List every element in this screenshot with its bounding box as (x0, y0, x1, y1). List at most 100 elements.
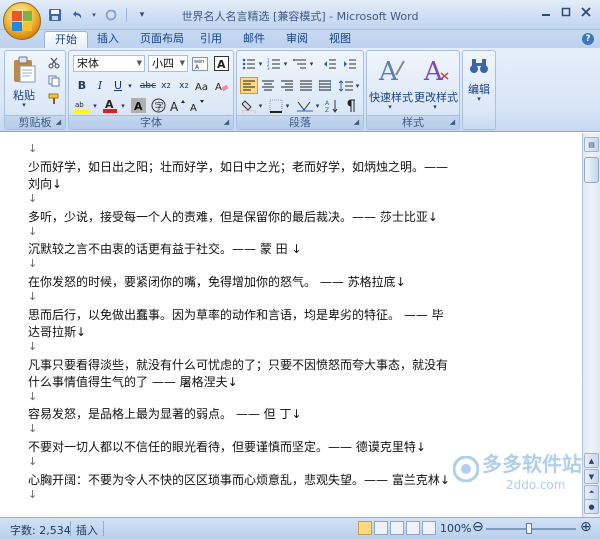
font-name-dropdown-icon[interactable]: ▼ (137, 56, 142, 71)
draft-view-icon[interactable] (422, 521, 436, 535)
font-size-combo[interactable]: 小四 ▼ (148, 55, 188, 72)
document-line[interactable]: 少而好学，如日出之阳；壮而好学，如日中之光；老而好学，如炳烛之明。—— (28, 158, 448, 175)
web-layout-view-icon[interactable] (390, 521, 404, 535)
document-line[interactable]: 沉默较之言不由衷的话更有益于社交。—— 蒙 田 ↓ (28, 240, 302, 257)
outline-view-icon[interactable] (406, 521, 420, 535)
show-marks-icon[interactable] (342, 97, 360, 114)
char-border-icon[interactable]: A (212, 55, 230, 72)
insert-mode[interactable]: 插入 (76, 522, 98, 538)
print-layout-view-icon[interactable] (358, 521, 372, 535)
numbering-dropdown-icon[interactable]: ▾ (282, 55, 289, 72)
grow-font-icon[interactable]: A (169, 97, 187, 114)
document-line[interactable]: 凡事只要看得淡些，就没有什么可忧虑的了；只要不因愤怒而夸大事态，就没有 (28, 356, 448, 373)
format-painter-icon[interactable] (45, 90, 63, 107)
bullets-icon[interactable] (240, 55, 258, 72)
document-line[interactable]: 刘向↓ (28, 175, 62, 192)
zoom-out-icon[interactable]: ⊖ (472, 519, 484, 535)
scrollbar-thumb[interactable] (584, 157, 599, 183)
align-center-icon[interactable] (259, 77, 277, 94)
justify-icon[interactable] (297, 77, 315, 94)
change-styles-dropdown-icon[interactable]: ▾ (430, 103, 440, 111)
shrink-font-icon[interactable]: A (189, 97, 207, 114)
quick-styles-icon[interactable]: A (374, 54, 408, 86)
italic-icon[interactable]: I (91, 77, 109, 94)
scroll-up-icon[interactable]: ▲ (584, 453, 599, 468)
numbering-icon[interactable]: 123 (265, 55, 283, 72)
tab-review[interactable]: 审阅 (276, 31, 318, 48)
vertical-scrollbar[interactable]: ▤ ▲ ▼ ⏶ ● (582, 133, 600, 517)
font-color-icon[interactable]: A (101, 97, 119, 114)
bold-icon[interactable]: B (73, 77, 91, 94)
cut-icon[interactable] (45, 54, 63, 71)
chinese-layout-dropdown-icon[interactable]: ▾ (314, 97, 321, 114)
shading-dropdown-icon[interactable]: ▾ (257, 97, 264, 114)
paste-icon[interactable] (9, 55, 39, 85)
scroll-down-icon[interactable]: ▼ (584, 469, 599, 484)
word-count[interactable]: 字数: 2,534 (10, 522, 71, 538)
tab-page-layout[interactable]: 页面布局 (130, 31, 194, 48)
font-launcher-icon[interactable]: ◢ (222, 118, 231, 127)
paragraph-launcher-icon[interactable]: ◢ (352, 118, 361, 127)
align-left-icon[interactable] (240, 77, 258, 94)
full-screen-reading-icon[interactable] (374, 521, 388, 535)
quick-styles-dropdown-icon[interactable]: ▾ (385, 103, 395, 111)
copy-icon[interactable] (45, 72, 63, 89)
find-binoculars-icon[interactable] (467, 54, 491, 78)
change-styles-icon[interactable]: A (419, 54, 453, 86)
underline-dropdown-icon[interactable]: ▾ (126, 77, 134, 94)
ruler-toggle-icon[interactable]: ▤ (584, 137, 599, 152)
superscript-icon[interactable]: x2 (175, 77, 193, 94)
select-browse-icon[interactable]: ● (584, 499, 599, 514)
highlight-icon[interactable]: ab (73, 97, 91, 114)
tab-references[interactable]: 引用 (190, 31, 232, 48)
office-button[interactable] (3, 2, 41, 40)
change-case-icon[interactable]: Aa (193, 77, 211, 94)
document-line[interactable]: 多听，少说，接受每一个人的责难，但是保留你的最后裁决。—— 莎士比亚↓ (28, 208, 438, 225)
help-icon[interactable]: ? (582, 33, 594, 45)
font-color-dropdown-icon[interactable]: ▾ (119, 97, 127, 114)
tab-home[interactable]: 开始 (44, 31, 88, 48)
sort-icon[interactable]: AZ (323, 97, 341, 114)
zoom-level[interactable]: 100% (440, 522, 471, 535)
borders-icon[interactable] (267, 97, 285, 114)
decrease-indent-icon[interactable] (321, 55, 339, 72)
styles-launcher-icon[interactable]: ◢ (448, 118, 457, 127)
zoom-slider-thumb[interactable] (526, 523, 532, 534)
underline-icon[interactable]: U (109, 77, 127, 94)
subscript-icon[interactable]: x2 (157, 77, 175, 94)
distributed-icon[interactable] (316, 77, 334, 94)
highlight-dropdown-icon[interactable]: ▾ (91, 97, 99, 114)
shading-icon[interactable] (240, 97, 258, 114)
enclose-char-icon[interactable]: 字 (149, 97, 167, 114)
bullets-dropdown-icon[interactable]: ▾ (257, 55, 264, 72)
document-line[interactable]: 不要对一切人都以不信任的眼光看待，但要谨慎而坚定。—— 德谟克里特↓ (28, 438, 426, 455)
phonetic-guide-icon[interactable]: wén A (191, 55, 209, 72)
prev-page-icon[interactable]: ⏶ (584, 485, 599, 500)
tab-insert[interactable]: 插入 (87, 31, 129, 48)
strikethrough-icon[interactable]: abc (139, 77, 157, 94)
editing-dropdown-icon[interactable]: ▾ (474, 95, 484, 103)
line-spacing-dropdown-icon[interactable]: ▾ (354, 77, 361, 94)
tab-mailings[interactable]: 邮件 (233, 31, 275, 48)
line-spacing-icon[interactable] (337, 77, 355, 94)
font-name-combo[interactable]: 宋体 ▼ (73, 55, 145, 72)
document-line[interactable]: 达哥拉斯↓ (28, 323, 86, 340)
document-line[interactable]: 心胸开阔：不要为令人不快的区区琐事而心烦意乱，悲观失望。—— 富兰克林↓ (28, 471, 450, 488)
borders-dropdown-icon[interactable]: ▾ (284, 97, 291, 114)
document-line[interactable]: 在你发怒的时候，要紧闭你的嘴，免得增加你的怒气。 —— 苏格拉底↓ (28, 273, 406, 290)
char-shading-icon[interactable]: A (129, 97, 147, 114)
chinese-layout-icon[interactable] (296, 97, 314, 114)
zoom-in-icon[interactable]: ⊕ (580, 519, 592, 535)
align-right-icon[interactable] (278, 77, 296, 94)
close-icon[interactable] (578, 4, 594, 20)
font-size-dropdown-icon[interactable]: ▼ (180, 56, 185, 71)
paste-dropdown-icon[interactable]: ▾ (17, 101, 31, 109)
multilevel-dropdown-icon[interactable]: ▾ (308, 55, 315, 72)
document-line[interactable]: 什么事情值得生气的了 —— 屠格涅夫↓ (28, 373, 238, 390)
document-line[interactable]: 思而后行，以免做出蠢事。因为草率的动作和言语，均是卑劣的特征。 —— 毕 (28, 306, 444, 323)
multilevel-list-icon[interactable] (291, 55, 309, 72)
restore-icon[interactable] (558, 4, 574, 20)
document-line[interactable]: 容易发怒，是品格上最为显著的弱点。 —— 但 丁↓ (28, 405, 302, 422)
increase-indent-icon[interactable] (341, 55, 359, 72)
clear-format-icon[interactable]: A (213, 77, 231, 94)
